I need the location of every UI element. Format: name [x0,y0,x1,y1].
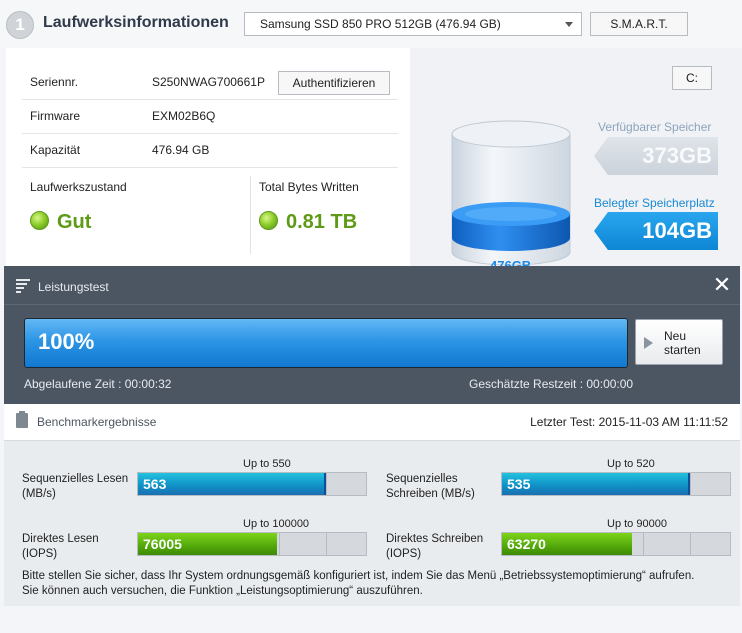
firmware-value: EXM02B6Q [152,109,216,123]
drive-select-dropdown[interactable]: Samsung SSD 850 PRO 512GB (476.94 GB) [244,12,582,36]
tbw-text: 0.81 TB [286,211,358,233]
tbw-value: 0.81 TB [259,211,357,234]
serial-value: S250NWAG700661P [152,75,265,89]
bar-segment-line [643,533,644,555]
firmware-label: Firmware [30,109,80,123]
drive-state-label: Laufwerkszustand [30,180,127,194]
divider [250,176,251,254]
random-write-max: Up to 90000 [607,518,667,530]
seq-read-label: Sequenzielles Lesen (MB/s) [22,473,129,500]
seq-write-max: Up to 520 [607,458,655,470]
restart-label: Neu starten [664,329,701,357]
drive-state-value: Gut [30,211,91,234]
clipboard-icon [16,411,28,428]
used-storage-label: Belegter Speicherplatz [594,196,715,210]
benchmark-title: Benchmarkergebnisse [37,415,157,429]
restart-button[interactable]: Neu starten [635,319,723,365]
random-write-label: Direktes Schreiben (IOPS) [386,533,484,560]
close-icon[interactable]: ✕ [711,274,733,296]
note-line-1: Bitte stellen Sie sicher, dass Ihr Syste… [22,570,695,582]
elapsed-time: Abgelaufene Zeit : 00:00:32 [24,377,172,391]
page-title: Laufwerksinformationen [43,14,229,31]
status-good-icon [259,211,278,230]
capacity-row: Kapazität 476.94 GB [22,134,398,168]
header-bar: 1 Laufwerksinformationen Samsung SSD 850… [0,0,742,48]
bar-segment-line [690,473,691,495]
random-write-bar: 63270 [501,532,731,556]
drive-letter-button[interactable]: C: [672,66,712,90]
performance-test-title: Leistungstest [38,280,109,294]
drive-info-panel: Seriennr. S250NWAG700661P Authentifizier… [6,48,410,266]
performance-test-panel: Leistungstest ✕ 100% Neu starten Abgelauf… [4,266,740,404]
progress-fill: 100% [25,319,627,367]
authenticate-button[interactable]: Authentifizieren [278,71,390,95]
seq-write-bar: 535 [501,472,731,496]
benchmark-results: Sequenzielles Lesen (MB/s) Up to 550 563 … [4,441,740,606]
last-test-timestamp: Letzter Test: 2015-11-03 AM 11:11:52 [530,415,728,429]
used-storage-value: 104GB [594,212,718,250]
random-read-fill: 76005 [138,533,278,555]
drive-state-text: Gut [57,211,92,233]
seq-read-max: Up to 550 [243,458,291,470]
storage-usage-panel: C: 476GB Verfügbarer Speicher 373GB Bele… [410,48,742,273]
random-read-label: Direktes Lesen (IOPS) [22,533,99,560]
bar-segment-line [326,473,327,495]
smart-button[interactable]: S.M.A.R.T. [590,12,688,36]
tbw-label: Total Bytes Written [259,180,359,194]
storage-cylinder-icon [451,120,571,266]
available-storage-label: Verfügbarer Speicher [598,120,712,134]
note-line-2: Sie können auch versuchen, die Funktion … [22,585,423,597]
seq-read-fill: 563 [138,473,325,495]
bar-segment-line [279,533,280,555]
random-write-fill: 63270 [502,533,632,555]
bar-segment-line [326,533,327,555]
list-icon [16,279,30,293]
status-good-icon [30,211,49,230]
random-read-max: Up to 100000 [243,518,310,530]
benchmark-note: Bitte stellen Sie sicher, dass Ihr Syste… [22,569,694,599]
divider [4,304,740,305]
step-number-badge: 1 [6,11,34,39]
serial-row: Seriennr. S250NWAG700661P Authentifizier… [22,66,398,100]
seq-read-bar: 563 [137,472,367,496]
benchmark-header: Benchmarkergebnisse Letzter Test: 2015-1… [4,404,740,441]
chevron-down-icon [565,22,573,27]
remaining-time: Geschätzte Restzeit : 00:00:00 [469,377,634,391]
drive-select-value: Samsung SSD 850 PRO 512GB (476.94 GB) [260,17,501,31]
capacity-label: Kapazität [30,143,81,157]
bar-segment-line [690,533,691,555]
play-icon [644,337,653,349]
seq-write-fill: 535 [502,473,689,495]
test-progress-bar: 100% [24,318,628,368]
available-storage-value: 373GB [594,137,718,175]
random-read-bar: 76005 [137,532,367,556]
serial-label: Seriennr. [30,75,79,89]
seq-write-label: Sequenzielles Schreiben (MB/s) [386,473,475,500]
firmware-row: Firmware EXM02B6Q [22,100,398,134]
capacity-value: 476.94 GB [152,143,210,157]
